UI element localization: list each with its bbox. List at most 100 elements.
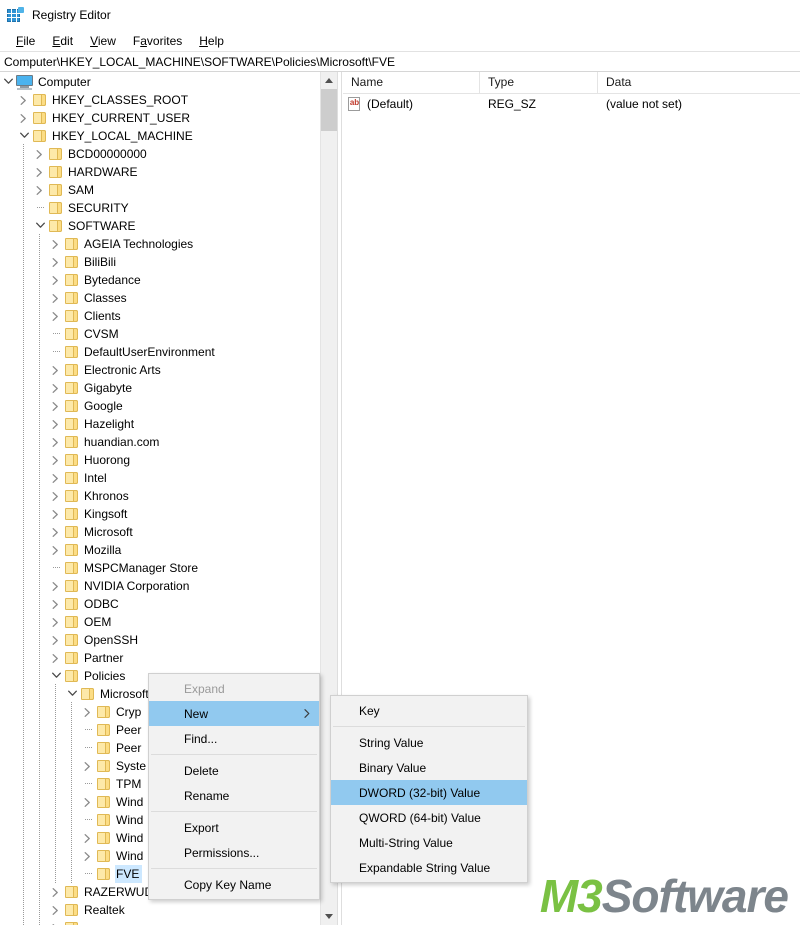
- menu-edit[interactable]: Edit: [44, 32, 82, 50]
- tree-item[interactable]: Hazelight: [0, 414, 320, 433]
- chevron-right-icon[interactable]: [48, 289, 64, 307]
- chevron-right-icon[interactable]: [48, 883, 64, 901]
- chevron-right-icon[interactable]: [48, 469, 64, 487]
- chevron-right-icon[interactable]: [48, 541, 64, 559]
- tree-item[interactable]: DefaultUserEnvironment: [0, 342, 320, 361]
- tree-item[interactable]: Gigabyte: [0, 378, 320, 397]
- chevron-right-icon[interactable]: [80, 703, 96, 721]
- chevron-down-icon[interactable]: [0, 73, 16, 91]
- scroll-down-arrow[interactable]: [321, 908, 337, 925]
- tree-item[interactable]: BiliBili: [0, 252, 320, 271]
- chevron-right-icon[interactable]: [32, 163, 48, 181]
- tree-item[interactable]: Huorong: [0, 450, 320, 469]
- chevron-right-icon[interactable]: [80, 829, 96, 847]
- chevron-right-icon[interactable]: [48, 415, 64, 433]
- tree-item[interactable]: Bytedance: [0, 270, 320, 289]
- tree-item[interactable]: Microsoft: [0, 522, 320, 541]
- new-multi-string-value[interactable]: Multi-String Value: [331, 830, 527, 855]
- new-key[interactable]: Key: [331, 698, 527, 723]
- chevron-right-icon[interactable]: [16, 109, 32, 127]
- tree-item[interactable]: HKEY_CURRENT_USER: [0, 109, 320, 127]
- chevron-right-icon[interactable]: [48, 361, 64, 379]
- menu-file[interactable]: File: [8, 32, 44, 50]
- chevron-right-icon[interactable]: [32, 181, 48, 199]
- chevron-right-icon[interactable]: [48, 919, 64, 925]
- tree-item[interactable]: [0, 918, 320, 925]
- tree-item[interactable]: NVIDIA Corporation: [0, 576, 320, 595]
- chevron-right-icon[interactable]: [16, 91, 32, 109]
- chevron-right-icon[interactable]: [48, 235, 64, 253]
- ctx-copy-key-name[interactable]: Copy Key Name: [149, 872, 319, 897]
- tree-item[interactable]: Classes: [0, 288, 320, 307]
- column-header-type[interactable]: Type: [480, 72, 598, 93]
- tree-item[interactable]: Clients: [0, 306, 320, 325]
- tree-item[interactable]: Mozilla: [0, 540, 320, 559]
- new-dword-32-bit-value[interactable]: DWORD (32-bit) Value: [331, 780, 527, 805]
- chevron-right-icon[interactable]: [48, 487, 64, 505]
- chevron-right-icon[interactable]: [48, 433, 64, 451]
- tree-item[interactable]: huandian.com: [0, 432, 320, 451]
- chevron-down-icon[interactable]: [48, 667, 64, 685]
- new-expandable-string-value[interactable]: Expandable String Value: [331, 855, 527, 880]
- tree-item[interactable]: CVSM: [0, 324, 320, 343]
- ctx-delete[interactable]: Delete: [149, 758, 319, 783]
- ctx-export[interactable]: Export: [149, 815, 319, 840]
- chevron-right-icon[interactable]: [48, 613, 64, 631]
- tree-item[interactable]: OpenSSH: [0, 630, 320, 649]
- column-header-name[interactable]: Name: [343, 72, 480, 93]
- chevron-right-icon[interactable]: [48, 901, 64, 919]
- tree-item[interactable]: Computer: [0, 73, 320, 91]
- chevron-right-icon[interactable]: [48, 379, 64, 397]
- tree-item[interactable]: ODBC: [0, 594, 320, 613]
- chevron-right-icon[interactable]: [80, 757, 96, 775]
- chevron-right-icon[interactable]: [48, 307, 64, 325]
- tree-item[interactable]: Partner: [0, 648, 320, 667]
- tree-item[interactable]: HKEY_CLASSES_ROOT: [0, 91, 320, 109]
- ctx-find[interactable]: Find...: [149, 726, 319, 751]
- tree-item[interactable]: HKEY_LOCAL_MACHINE: [0, 127, 320, 145]
- chevron-right-icon[interactable]: [32, 145, 48, 163]
- chevron-right-icon[interactable]: [48, 253, 64, 271]
- menu-help[interactable]: Help: [191, 32, 233, 50]
- chevron-right-icon[interactable]: [80, 793, 96, 811]
- chevron-down-icon[interactable]: [16, 127, 32, 145]
- value-row[interactable]: ab (Default) REG_SZ (value not set): [343, 94, 800, 114]
- chevron-right-icon[interactable]: [48, 595, 64, 613]
- chevron-right-icon[interactable]: [48, 649, 64, 667]
- address-bar[interactable]: Computer\HKEY_LOCAL_MACHINE\SOFTWARE\Pol…: [0, 51, 800, 72]
- tree-item[interactable]: SAM: [0, 180, 320, 199]
- tree-item[interactable]: Intel: [0, 468, 320, 487]
- tree-item[interactable]: SOFTWARE: [0, 216, 320, 235]
- tree-item[interactable]: Google: [0, 396, 320, 415]
- tree-item[interactable]: BCD00000000: [0, 144, 320, 163]
- ctx-permissions[interactable]: Permissions...: [149, 840, 319, 865]
- chevron-right-icon[interactable]: [80, 847, 96, 865]
- chevron-right-icon[interactable]: [48, 577, 64, 595]
- tree-item[interactable]: OEM: [0, 612, 320, 631]
- new-binary-value[interactable]: Binary Value: [331, 755, 527, 780]
- tree-item[interactable]: Realtek: [0, 900, 320, 919]
- tree-item[interactable]: SECURITY: [0, 198, 320, 217]
- tree-item[interactable]: Khronos: [0, 486, 320, 505]
- chevron-down-icon[interactable]: [64, 685, 80, 703]
- tree-item[interactable]: MSPCManager Store: [0, 558, 320, 577]
- chevron-right-icon[interactable]: [48, 397, 64, 415]
- new-qword-64-bit-value[interactable]: QWORD (64-bit) Value: [331, 805, 527, 830]
- chevron-down-icon[interactable]: [32, 217, 48, 235]
- tree-item[interactable]: HARDWARE: [0, 162, 320, 181]
- column-header-data[interactable]: Data: [598, 72, 800, 93]
- chevron-right-icon[interactable]: [48, 271, 64, 289]
- new-string-value[interactable]: String Value: [331, 730, 527, 755]
- tree-item[interactable]: Kingsoft: [0, 504, 320, 523]
- chevron-right-icon[interactable]: [48, 523, 64, 541]
- chevron-right-icon[interactable]: [48, 505, 64, 523]
- tree-scrollbar-thumb[interactable]: [321, 89, 337, 131]
- scroll-up-arrow[interactable]: [321, 72, 337, 89]
- chevron-right-icon[interactable]: [48, 631, 64, 649]
- menu-favorites[interactable]: Favorites: [125, 32, 191, 50]
- menu-view[interactable]: View: [82, 32, 125, 50]
- tree-item[interactable]: Electronic Arts: [0, 360, 320, 379]
- ctx-rename[interactable]: Rename: [149, 783, 319, 808]
- ctx-new[interactable]: New: [149, 701, 319, 726]
- tree-item[interactable]: AGEIA Technologies: [0, 234, 320, 253]
